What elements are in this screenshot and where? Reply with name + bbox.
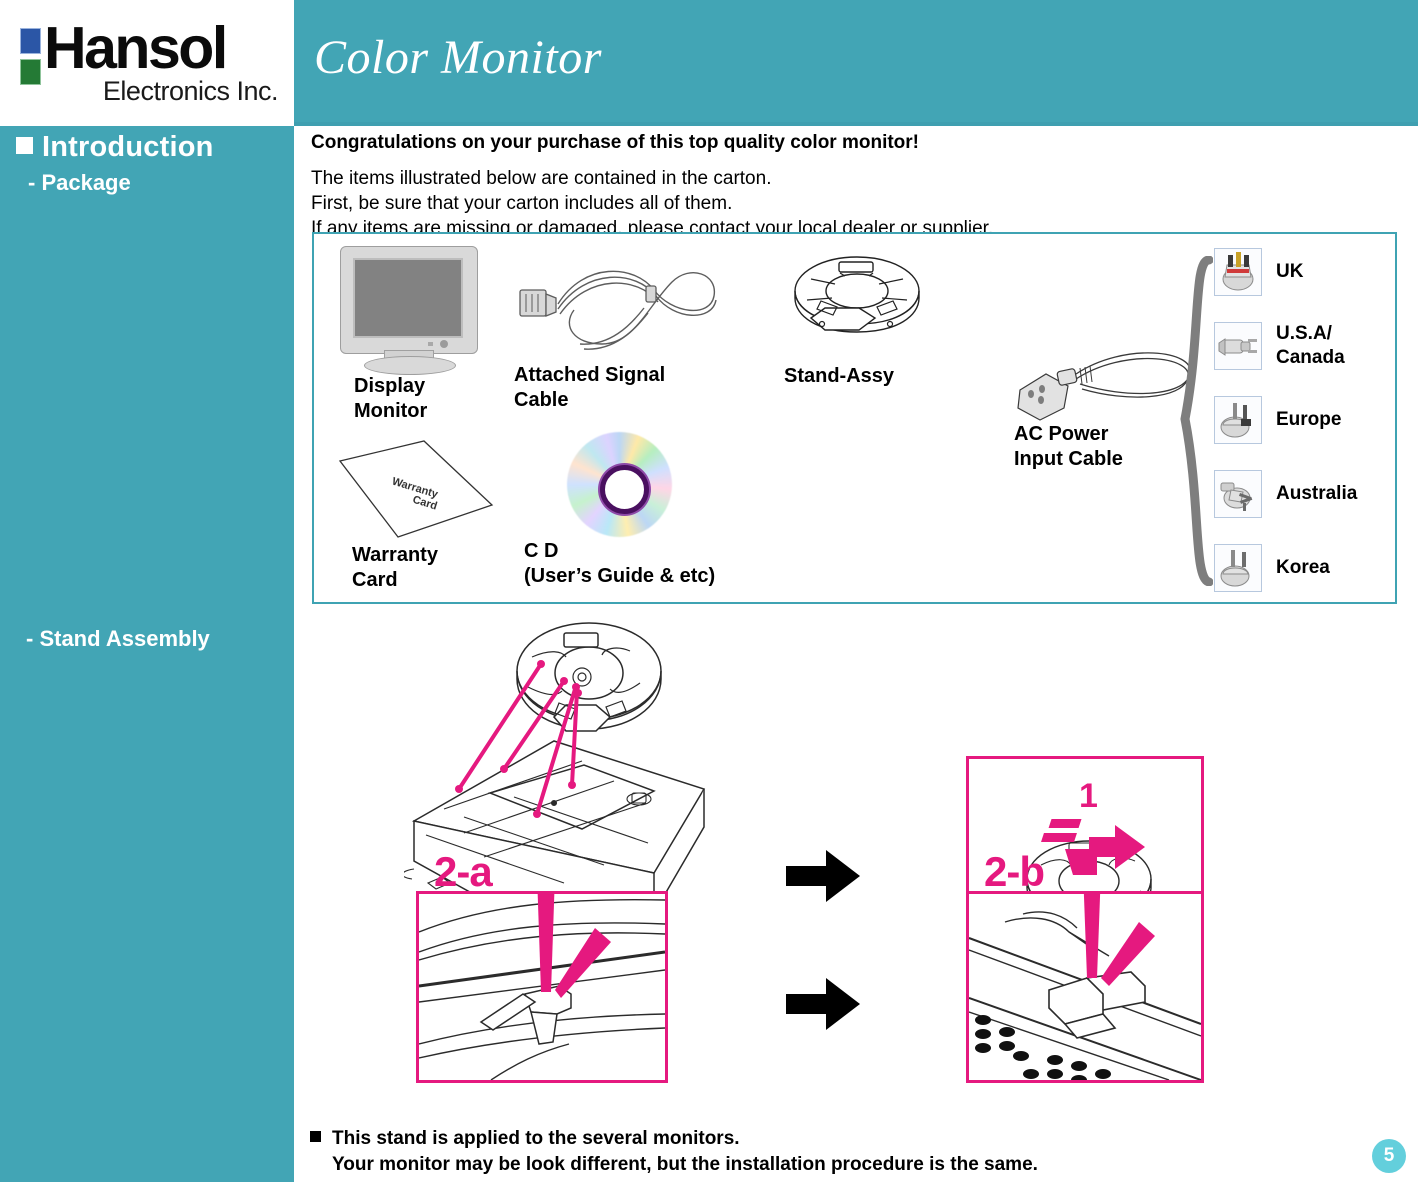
congratulations-text: Congratulations on your purchase of this…: [311, 132, 920, 153]
step-2b-diagram-box: [966, 891, 1204, 1083]
page-number-badge: 5: [1372, 1139, 1406, 1173]
plug-row-australia: Australia: [1214, 470, 1404, 518]
arrow-right-icon-top: [786, 848, 860, 904]
note-bullet-icon: [310, 1131, 321, 1142]
package-contents-box: Display Monitor Attached Signal Cable St…: [312, 232, 1397, 604]
uk-plug-icon: [1214, 248, 1262, 296]
caption-warranty-card: Warranty Card: [352, 544, 438, 591]
usa-canada-plug-icon: [1214, 322, 1262, 370]
square-bullet-icon: [16, 137, 33, 154]
caption-cd: C D (User’s Guide & etc): [524, 540, 716, 587]
sidebar-heading-introduction: Introduction: [16, 131, 214, 164]
note-line-2: Your monitor may be look different, but …: [332, 1154, 1038, 1175]
warranty-card-icon: Warranty Card: [336, 439, 496, 539]
sidebar-item-stand-assembly[interactable]: - Stand Assembly: [26, 626, 210, 652]
display-monitor-icon: [340, 246, 480, 375]
brand-logo: Hansol Electronics Inc.: [0, 0, 294, 126]
step-2a-diagram-box: [416, 891, 668, 1083]
logo-subtitle: Electronics Inc.: [102, 76, 279, 106]
logo-squares-icon: [20, 28, 42, 88]
signal-cable-icon: [514, 252, 724, 357]
sidebar: Introduction - Package - Stand Assembly: [0, 126, 294, 1182]
arrow-right-icon-bottom: [786, 976, 860, 1032]
plug-label-korea: Korea: [1276, 557, 1330, 578]
stand-assy-icon: [787, 246, 927, 356]
step-2a-label: 2-a: [434, 848, 493, 895]
intro-body-text: The items illustrated below are containe…: [311, 168, 994, 239]
caption-ac-power-cable: AC Power Input Cable: [1014, 423, 1123, 470]
stand-note: This stand is applied to the several mon…: [310, 1126, 1310, 1178]
svg-text:1: 1: [1079, 777, 1098, 815]
plug-label-australia: Australia: [1276, 483, 1358, 504]
plug-group-brace: [1179, 255, 1214, 587]
logo-wrap: Hansol Electronics Inc.: [18, 15, 279, 106]
caption-signal-cable: Attached Signal Cable: [514, 364, 666, 411]
cd-disc-icon: [567, 432, 682, 542]
stand-assembly-diagrams: 1 2-a 2-b: [294, 616, 1418, 1126]
logo-square-green: [20, 59, 41, 85]
caption-display-monitor: Display Monitor: [354, 375, 428, 422]
plug-label-uk: UK: [1276, 261, 1304, 282]
logo-wordmark: Hansol: [44, 15, 228, 81]
sidebar-heading-label: Introduction: [42, 131, 214, 163]
korea-plug-icon: [1214, 544, 1262, 592]
plug-row-korea: Korea: [1214, 544, 1404, 592]
caption-stand-assy: Stand-Assy: [784, 365, 895, 387]
europe-plug-icon: [1214, 396, 1262, 444]
main-content: Congratulations on your purchase of this…: [294, 126, 1418, 1182]
plug-label-europe: Europe: [1276, 409, 1342, 430]
plug-row-europe: Europe: [1214, 396, 1404, 444]
note-line-1: This stand is applied to the several mon…: [332, 1128, 740, 1149]
logo-square-blue: [20, 28, 41, 54]
plug-label-usa-canada: U.S.A/ Canada: [1276, 323, 1345, 368]
plug-row-uk: UK: [1214, 248, 1404, 296]
step-2b-label: 2-b: [984, 848, 1045, 895]
australia-plug-icon: [1214, 470, 1262, 518]
page-title: Color Monitor: [314, 31, 602, 84]
header-band: Color Monitor: [294, 0, 1418, 122]
sidebar-item-package[interactable]: - Package: [28, 170, 131, 196]
plug-row-usa-canada: U.S.A/ Canada: [1214, 322, 1404, 370]
